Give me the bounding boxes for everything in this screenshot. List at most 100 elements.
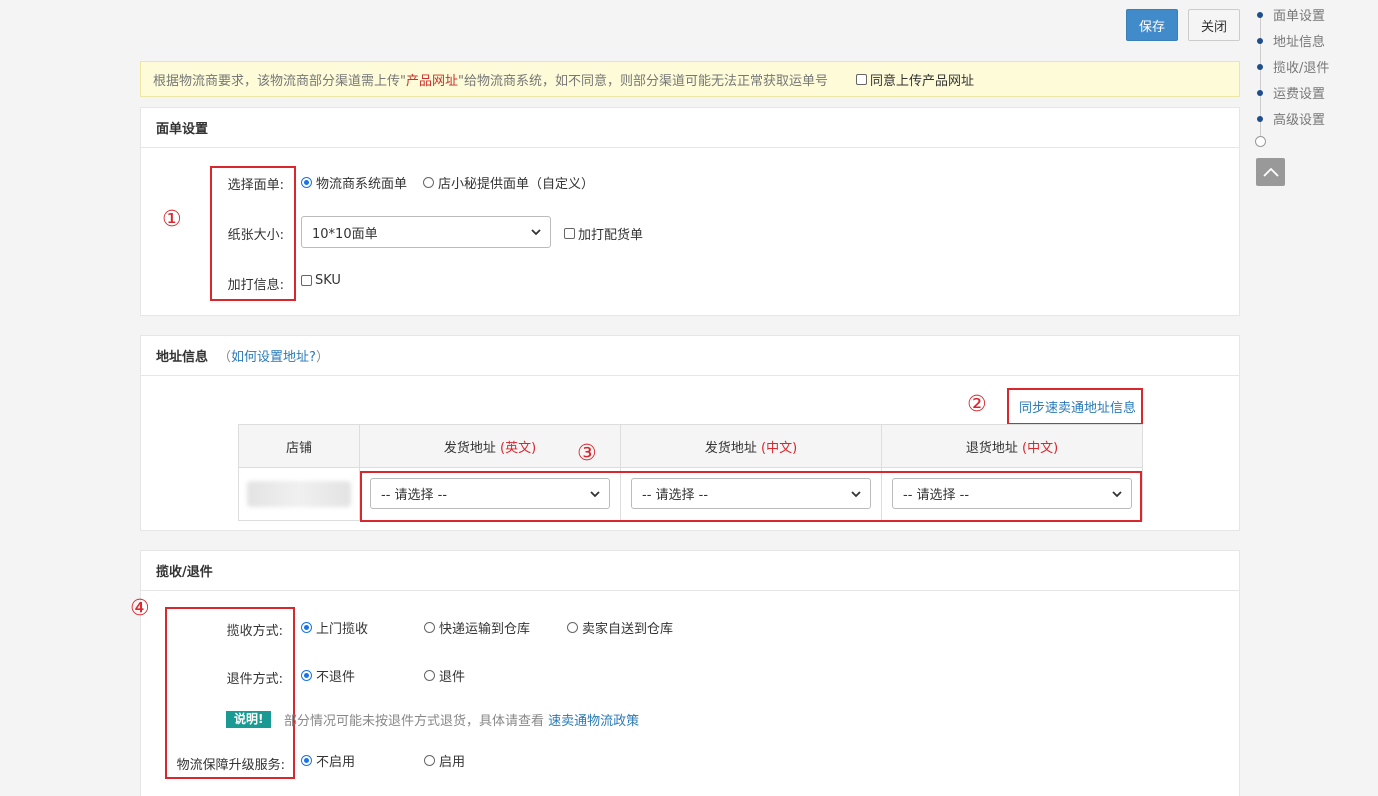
col-shop: 店铺 bbox=[238, 424, 360, 468]
radio-on-icon[interactable] bbox=[301, 177, 312, 188]
radio-on-icon[interactable] bbox=[301, 622, 312, 633]
side-nav-text: 高级设置 bbox=[1273, 113, 1326, 128]
how-to-set-address-link[interactable]: 如何设置地址? bbox=[231, 350, 316, 365]
col-ship-en-tag: (英文) bbox=[500, 440, 537, 456]
pick-list-checkbox-box[interactable] bbox=[564, 228, 575, 239]
return-text: 退件 bbox=[439, 670, 466, 685]
radio-door-pickup[interactable]: 上门揽收 bbox=[301, 618, 368, 637]
note-badge: 说明! bbox=[226, 711, 272, 728]
col-return-cn-tag: (中文) bbox=[1022, 440, 1059, 456]
nav-end-ring-icon bbox=[1255, 136, 1266, 147]
extra-info-label: 加打信息: bbox=[227, 278, 284, 293]
address-title: 地址信息 bbox=[156, 350, 209, 365]
col-return-cn: 退货地址 (中文) bbox=[881, 424, 1143, 468]
radio-logistics-text: 物流商系统面单 bbox=[316, 177, 408, 192]
chevron-down-icon bbox=[531, 229, 541, 236]
radio-service-disabled[interactable]: 不启用 bbox=[301, 751, 355, 770]
pick-list-text: 加打配货单 bbox=[578, 228, 644, 243]
pickup-method-label: 揽收方式: bbox=[226, 624, 283, 639]
col-ship-cn-text: 发货地址 bbox=[704, 440, 757, 456]
annotation-3: ③ bbox=[577, 441, 597, 466]
sku-checkbox-box[interactable] bbox=[301, 275, 312, 286]
agree-upload-label: 同意上传产品网址 bbox=[869, 73, 974, 89]
nav-dot-icon bbox=[1257, 63, 1263, 70]
no-return-text: 不退件 bbox=[316, 670, 356, 685]
side-nav-item-advanced[interactable]: 高级设置 bbox=[1257, 109, 1325, 128]
address-table-header: 店铺 发货地址 (英文) 发货地址 (中文) 退货地址 (中文) bbox=[238, 424, 1143, 468]
chevron-up-icon bbox=[1262, 167, 1279, 177]
print-pick-list-checkbox[interactable]: 加打配货单 bbox=[564, 224, 643, 243]
return-method-label: 退件方式: bbox=[226, 672, 283, 687]
annotation-1: ① bbox=[162, 207, 182, 232]
col-ship-en-text: 发货地址 bbox=[443, 440, 496, 456]
radio-self-delivery[interactable]: 卖家自送到仓库 bbox=[567, 618, 673, 637]
back-to-top-button[interactable] bbox=[1256, 158, 1285, 186]
col-return-cn-text: 退货地址 bbox=[965, 440, 1018, 456]
help-open-paren: （ bbox=[218, 350, 232, 365]
annotation-2: ② bbox=[967, 392, 987, 417]
radio-off-icon[interactable] bbox=[423, 177, 434, 188]
paper-size-select[interactable]: 10*10面单 bbox=[301, 216, 551, 248]
logistics-service-label: 物流保障升级服务: bbox=[176, 758, 285, 773]
radio-off-icon[interactable] bbox=[567, 622, 578, 633]
radio-express-to-warehouse[interactable]: 快递运输到仓库 bbox=[424, 618, 530, 637]
paper-size-value: 10*10面单 bbox=[312, 226, 378, 242]
radio-service-enabled[interactable]: 启用 bbox=[424, 751, 465, 770]
notice-text-before: 根据物流商要求，该物流商部分渠道需上传" bbox=[153, 73, 406, 89]
service-enabled-text: 启用 bbox=[439, 755, 466, 770]
nav-dot-icon bbox=[1257, 37, 1263, 44]
side-nav-item-freight[interactable]: 运费设置 bbox=[1257, 83, 1325, 102]
radio-return[interactable]: 退件 bbox=[424, 666, 465, 685]
agree-checkbox-box[interactable] bbox=[855, 73, 867, 85]
service-disabled-text: 不启用 bbox=[316, 755, 356, 770]
return-note: 部分情况可能未按退件方式退货，具体请查看 速卖通物流政策 bbox=[284, 710, 639, 729]
radio-custom-text: 店小秘提供面单（自定义） bbox=[438, 177, 595, 192]
help-close-paren: ） bbox=[315, 350, 329, 365]
col-ship-cn: 发货地址 (中文) bbox=[620, 424, 882, 468]
return-note-text: 部分情况可能未按退件方式退货，具体请查看 bbox=[284, 714, 545, 729]
side-nav-item-address[interactable]: 地址信息 bbox=[1257, 31, 1325, 50]
radio-no-return[interactable]: 不退件 bbox=[301, 666, 355, 685]
radio-off-icon[interactable] bbox=[424, 755, 435, 766]
notice-highlight: 产品网址 bbox=[405, 73, 458, 89]
self-delivery-text: 卖家自送到仓库 bbox=[582, 622, 674, 637]
address-panel: 地址信息 （如何设置地址?） ② 同步速卖通地址信息 店铺 发货地址 (英文) … bbox=[140, 335, 1240, 531]
paper-size-label: 纸张大小: bbox=[227, 228, 284, 243]
upload-url-notice: 根据物流商要求，该物流商部分渠道需上传" 产品网址 "给物流商系统，如不同意，则部分… bbox=[140, 61, 1240, 97]
radio-off-icon[interactable] bbox=[424, 670, 435, 681]
sku-checkbox[interactable]: SKU bbox=[301, 273, 341, 288]
side-nav-item-pickup[interactable]: 揽收/退件 bbox=[1257, 57, 1329, 76]
pickup-return-title: 揽收/退件 bbox=[141, 551, 1239, 591]
nav-dot-icon bbox=[1257, 11, 1263, 18]
express-to-warehouse-text: 快递运输到仓库 bbox=[439, 622, 531, 637]
close-button[interactable]: 关闭 bbox=[1188, 9, 1240, 41]
shop-cell bbox=[238, 467, 360, 521]
col-ship-cn-tag: (中文) bbox=[761, 440, 798, 456]
radio-logistics-label[interactable]: 物流商系统面单 bbox=[301, 173, 407, 192]
notice-text-after: "给物流商系统，如不同意，则部分渠道可能无法正常获取运单号 bbox=[458, 73, 828, 89]
aliexpress-logistics-policy-link[interactable]: 速卖通物流政策 bbox=[548, 714, 639, 729]
radio-on-icon[interactable] bbox=[301, 670, 312, 681]
pickup-return-panel: 揽收/退件 ④ 揽收方式: 上门揽收 快递运输到仓库 卖家自送到仓库 退件方式:… bbox=[130, 550, 1240, 796]
sku-text: SKU bbox=[315, 273, 341, 288]
address-help: （如何设置地址?） bbox=[218, 346, 329, 365]
blurred-shop-name bbox=[247, 481, 351, 507]
door-pickup-text: 上门揽收 bbox=[316, 622, 369, 637]
side-nav-text: 运费设置 bbox=[1273, 87, 1326, 102]
side-nav-item-label-settings[interactable]: 面单设置 bbox=[1257, 5, 1325, 24]
radio-custom-label[interactable]: 店小秘提供面单（自定义） bbox=[423, 173, 594, 192]
side-nav-text: 揽收/退件 bbox=[1273, 61, 1330, 76]
nav-dot-icon bbox=[1257, 89, 1263, 96]
save-button[interactable]: 保存 bbox=[1126, 9, 1178, 41]
label-settings-title: 面单设置 bbox=[141, 108, 1239, 148]
side-nav-text: 地址信息 bbox=[1273, 35, 1326, 50]
radio-on-icon[interactable] bbox=[301, 755, 312, 766]
nav-dot-icon bbox=[1257, 115, 1263, 122]
label-settings-panel: 面单设置 ① 选择面单: 物流商系统面单 店小秘提供面单（自定义） 纸张大小: … bbox=[140, 107, 1240, 316]
select-label-label: 选择面单: bbox=[227, 178, 284, 193]
sync-aliexpress-address-link[interactable]: 同步速卖通地址信息 bbox=[1019, 397, 1136, 416]
address-panel-head: 地址信息 （如何设置地址?） bbox=[141, 336, 1239, 376]
radio-off-icon[interactable] bbox=[424, 622, 435, 633]
agree-upload-checkbox[interactable]: 同意上传产品网址 bbox=[855, 70, 974, 89]
annotation-4: ④ bbox=[130, 596, 150, 621]
